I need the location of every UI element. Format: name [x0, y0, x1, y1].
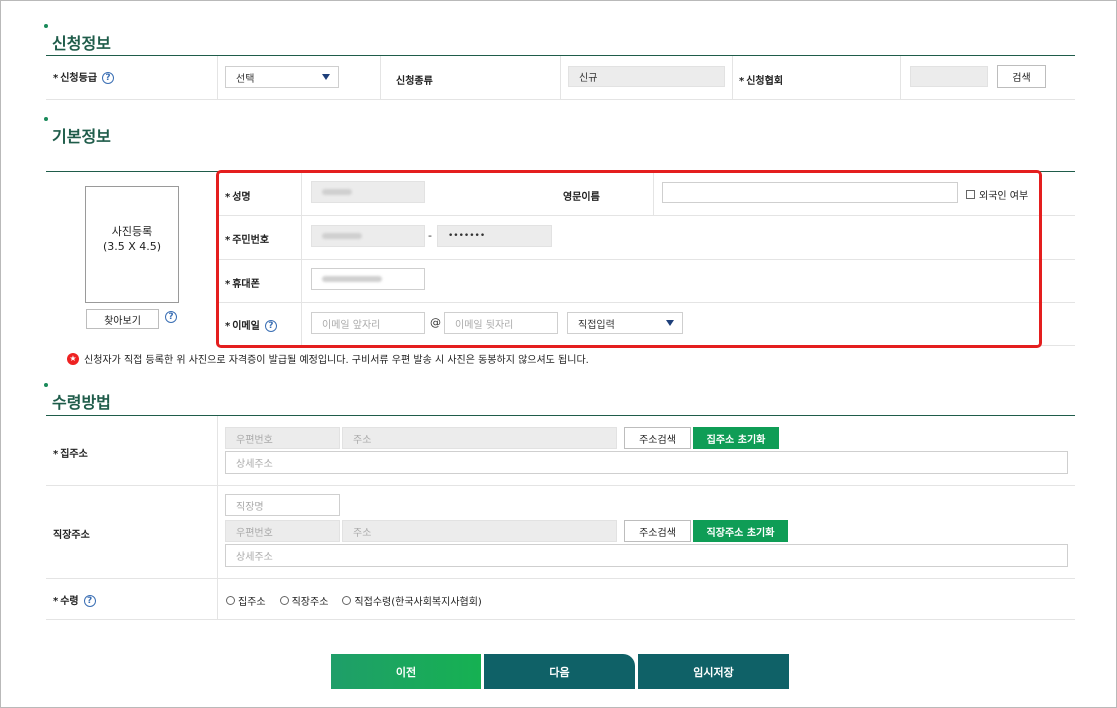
browse-photo-button[interactable]: 찾아보기: [86, 309, 159, 329]
grade-select[interactable]: 선택: [225, 66, 339, 88]
radio-icon: [279, 596, 289, 605]
type-value: 신규: [568, 66, 725, 87]
assoc-label: * 신청협회: [739, 76, 784, 87]
work-address-reset-button[interactable]: 직장주소 초기화: [693, 520, 788, 542]
work-detail-input[interactable]: 상세주소: [225, 544, 1068, 567]
type-label: 신청종류: [396, 76, 433, 87]
work-address-search-button[interactable]: 주소검색: [624, 520, 691, 542]
radio-icon: [342, 596, 352, 605]
help-icon[interactable]: ?: [165, 311, 177, 323]
radio-icon: [226, 596, 235, 605]
assoc-search-button[interactable]: 검색: [997, 65, 1046, 88]
radio-home[interactable]: 집주소: [226, 593, 266, 608]
radio-direct[interactable]: 직접수령(한국사회복지사협회): [342, 593, 482, 608]
help-icon[interactable]: ?: [102, 72, 115, 84]
work-address-label: 직장주소: [53, 530, 90, 541]
home-address-label: * 집주소: [53, 449, 88, 460]
next-button[interactable]: 다음: [484, 654, 635, 689]
section-divider: [46, 415, 1075, 416]
home-zip-field: 우편번호: [225, 427, 340, 449]
radio-work[interactable]: 직장주소: [279, 593, 328, 608]
photo-upload-area[interactable]: 사진등록 (3.5 X 4.5): [85, 186, 179, 303]
section-title-receive: 수령방법: [44, 383, 111, 413]
section-title-basic: 기본정보: [44, 117, 111, 147]
temp-save-button[interactable]: 임시저장: [638, 654, 789, 689]
prev-button[interactable]: 이전: [331, 654, 481, 689]
company-name-input[interactable]: 직장명: [225, 494, 340, 516]
home-detail-input[interactable]: 상세주소: [225, 451, 1068, 474]
help-icon[interactable]: ?: [83, 595, 96, 607]
work-zip-field: 우편번호: [225, 520, 340, 542]
receive-label: * 수령?: [53, 592, 96, 607]
dropdown-arrow-icon: [322, 74, 330, 80]
star-icon: ★: [67, 352, 79, 365]
receive-options: 집주소 직장주소 직접수령(한국사회복지사협회): [226, 593, 482, 608]
work-address-field: 주소: [342, 520, 617, 542]
home-address-field: 주소: [342, 427, 617, 449]
section-title-apply: 신청정보: [44, 24, 111, 54]
home-address-reset-button[interactable]: 집주소 초기화: [693, 427, 779, 449]
highlight-box: [216, 170, 1042, 348]
home-address-search-button[interactable]: 주소검색: [624, 427, 691, 449]
photo-notice: ★ 신청자가 직접 등록한 위 사진으로 자격증이 발급될 예정입니다. 구비서류…: [67, 351, 589, 366]
assoc-field: [910, 66, 988, 87]
grade-label: * 신청등급?: [53, 69, 115, 84]
